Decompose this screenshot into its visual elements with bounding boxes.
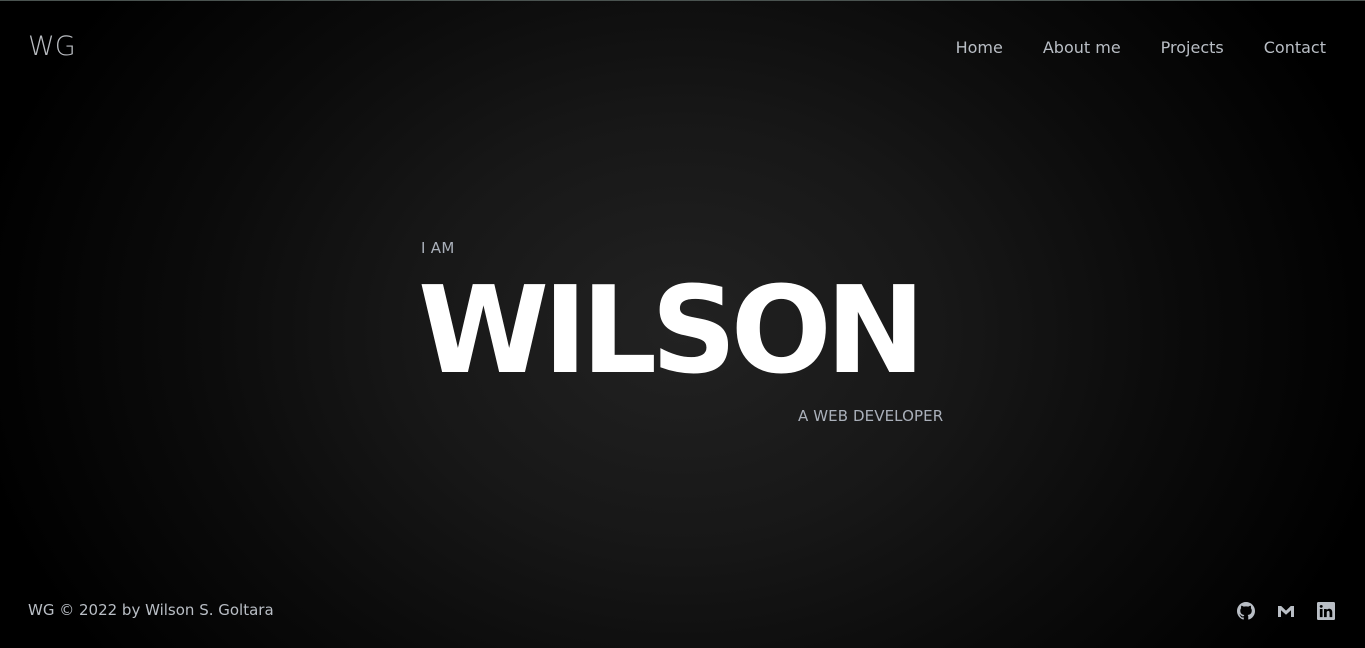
page: WG Home About me Projects Contact I AM W… [0,0,1365,648]
github-link[interactable] [1237,602,1255,620]
nav-home-link[interactable]: Home [956,38,1003,58]
footer-copyright: WG © 2022 by Wilson S. Goltara [28,601,274,619]
nav-about-link[interactable]: About me [1043,38,1121,58]
social-links [1237,602,1335,620]
main-nav: Home About me Projects Contact [956,38,1326,58]
gmail-link[interactable] [1277,602,1295,620]
hero-intro-text: I AM [421,239,455,257]
gmail-icon [1278,606,1294,617]
hero-role-text: A WEB DEVELOPER [798,407,944,425]
linkedin-link[interactable] [1317,602,1335,620]
linkedin-icon [1317,602,1335,620]
github-icon [1237,602,1255,620]
logo-link[interactable]: WG [28,31,76,62]
hero-name-heading: WILSON [418,262,925,401]
nav-contact-link[interactable]: Contact [1264,38,1326,58]
nav-projects-link[interactable]: Projects [1161,38,1224,58]
